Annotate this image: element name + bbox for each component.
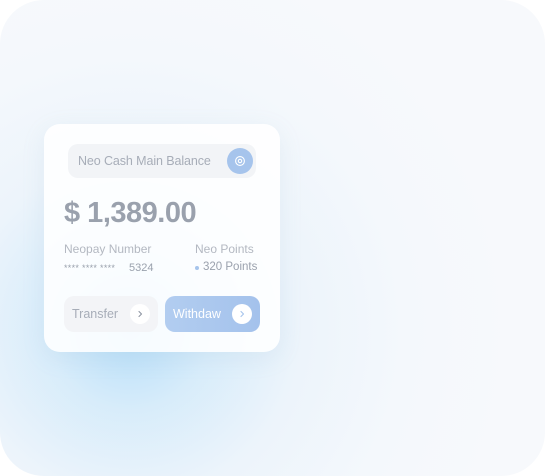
withdraw-chevron: [232, 304, 252, 324]
points-indicator-dot: [195, 266, 199, 270]
balance-header: Neo Cash Main Balance: [68, 144, 256, 178]
balance-label: Neo Cash Main Balance: [78, 154, 211, 168]
neo-points-value: 320 Points: [203, 261, 258, 273]
balance-amount: $ 1,389.00: [64, 197, 197, 229]
balance-card: Neo Cash Main Balance $ 1,389.00 Neopay …: [44, 124, 280, 352]
neopay-number-label: Neopay Number: [64, 242, 152, 256]
transfer-button[interactable]: Transfer: [64, 296, 158, 332]
neopay-number-masked: **** **** ****: [64, 263, 116, 273]
withdraw-button[interactable]: Withdaw: [165, 296, 260, 332]
chevron-right-icon: [240, 310, 245, 318]
neo-points-label: Neo Points: [195, 242, 254, 256]
transfer-chevron: [130, 304, 150, 324]
eye-icon: [235, 156, 245, 166]
chevron-right-icon: [138, 310, 143, 318]
transfer-button-label: Transfer: [72, 307, 119, 321]
neopay-number-last4: 5324: [129, 262, 154, 274]
app-background: Neo Cash Main Balance $ 1,389.00 Neopay …: [0, 0, 545, 476]
toggle-balance-visibility-button[interactable]: [227, 148, 253, 174]
withdraw-button-label: Withdaw: [173, 307, 221, 321]
